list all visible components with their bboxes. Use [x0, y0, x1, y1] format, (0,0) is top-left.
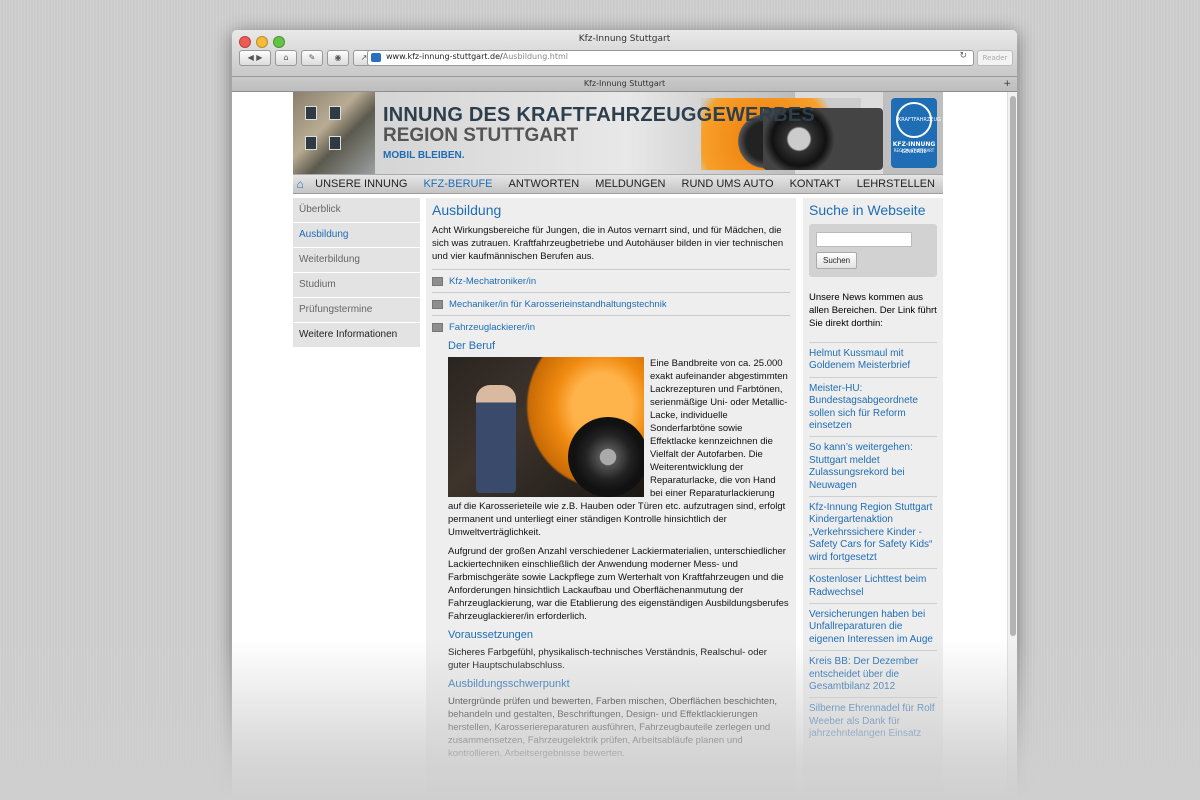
subnav-pruefungstermine[interactable]: Prüfungstermine: [293, 298, 420, 323]
section-heading-beruf: Der Beruf: [448, 340, 496, 352]
section-heading-schwerpunkt: Ausbildungsschwerpunkt: [448, 678, 570, 690]
logo-line1: KFZ-INNUNG: [892, 141, 936, 148]
voraussetzungen-text: Sicheres Farbgefühl, physikalisch-techni…: [448, 647, 767, 671]
header-banner: INNUNG DES KRAFTFAHRZEUGGEWERBES REGION …: [293, 92, 943, 174]
news-link[interactable]: Meister-HU: Bundestagsabgeordnete sollen…: [809, 376, 937, 437]
history-button[interactable]: ◉: [327, 50, 349, 66]
reader-button[interactable]: Reader: [977, 50, 1013, 66]
banner-title: INNUNG DES KRAFTFAHRZEUGGEWERBES: [383, 104, 815, 126]
sub-navigation: Überblick Ausbildung Weiterbildung Studi…: [293, 198, 420, 348]
scrollbar-thumb[interactable]: [1010, 96, 1016, 636]
accordion-label: Kfz-Mechatroniker/in: [449, 275, 537, 287]
active-tab-title[interactable]: Kfz-Innung Stuttgart: [584, 79, 665, 88]
accordion-label: Fahrzeuglackierer/in: [449, 321, 536, 333]
subnav-ueberblick[interactable]: Überblick: [293, 198, 420, 223]
expand-icon: [432, 276, 443, 286]
house-photo: [293, 92, 375, 174]
address-bar[interactable]: www.kfz-innung-stuttgart.de/Ausbildung.h…: [367, 50, 974, 66]
schwerpunkt-text: Untergründe prüfen und bewerten, Farben …: [448, 696, 778, 759]
browser-titlebar: Kfz-Innung Stuttgart ◀ ▶ ⌂ ✎ ◉ ↗ www.kfz…: [232, 30, 1017, 77]
tab-bar: Kfz-Innung Stuttgart +: [232, 77, 1017, 92]
search-input[interactable]: [816, 232, 912, 247]
scrollbar[interactable]: [1007, 92, 1017, 800]
home-icon: ⌂: [283, 53, 289, 62]
news-link[interactable]: So kann’s weitergehen: Stuttgart meldet …: [809, 436, 937, 496]
search-heading: Suche in Webseite: [809, 202, 926, 218]
url-path: Ausbildung.html: [502, 52, 569, 61]
window-title: Kfz-Innung Stuttgart: [578, 34, 671, 44]
car-wheel: [568, 417, 644, 497]
kfz-innung-logo[interactable]: KRAFTFAHRZEUG GEWERBE KFZ-INNUNG REGION …: [891, 98, 941, 168]
reload-icon[interactable]: ↻: [959, 51, 967, 61]
logo-line2: REGION STUTTGART: [893, 148, 935, 153]
nav-rund-ums-auto[interactable]: RUND UMS AUTO: [674, 178, 782, 190]
house-window: [305, 136, 317, 150]
home-icon[interactable]: ⌂: [293, 177, 307, 191]
banner-slogan: MOBIL BLEIBEN.: [383, 150, 465, 161]
url-host: www.kfz-innung-stuttgart.de/: [386, 52, 503, 61]
content-columns: Überblick Ausbildung Weiterbildung Studi…: [293, 194, 943, 800]
accordion-label: Mechaniker/in für Karosserieinstandhaltu…: [449, 298, 667, 310]
beruf-text-2: Aufgrund der großen Anzahl verschiedener…: [448, 546, 789, 622]
bookmark-icon: ✎: [308, 53, 316, 62]
website: INNUNG DES KRAFTFAHRZEUGGEWERBES REGION …: [293, 92, 943, 800]
back-forward-icon: ◀ ▶: [247, 53, 263, 62]
nav-antworten[interactable]: ANTWORTEN: [501, 178, 588, 190]
news-link[interactable]: Kreis BB: Der Dezember entscheidet über …: [809, 650, 937, 697]
accordion-kfz-mechatroniker[interactable]: Kfz-Mechatroniker/in: [432, 269, 790, 292]
url-text: www.kfz-innung-stuttgart.de/Ausbildung.h…: [386, 52, 568, 61]
search-box: Suchen: [809, 224, 937, 277]
collapse-icon: [432, 322, 443, 332]
accordion-body-fahrzeuglackierer: Der Beruf Eine Bandbreite von ca. 25.000…: [432, 340, 790, 760]
browser-toolbar: ◀ ▶ ⌂ ✎ ◉ ↗: [239, 50, 375, 66]
accordion-fahrzeuglackierer[interactable]: Fahrzeuglackierer/in: [432, 315, 790, 338]
painter-photo: [448, 357, 644, 497]
section-heading-voraussetzungen: Voraussetzungen: [448, 629, 534, 641]
news-link[interactable]: Helmut Kussmaul mit Goldenem Meisterbrie…: [809, 342, 937, 377]
nav-kfz-berufe[interactable]: KFZ-BERUFE: [415, 178, 500, 190]
news-link[interactable]: Versicherungen haben bei Unfallreparatur…: [809, 602, 937, 650]
subnav-ausbildung[interactable]: Ausbildung: [293, 223, 420, 248]
main-navigation: ⌂ UNSERE INNUNG KFZ-BERUFE ANTWORTEN MEL…: [293, 174, 943, 194]
home-button[interactable]: ⌂: [275, 50, 297, 66]
apprentice: [476, 385, 516, 493]
browser-window: Kfz-Innung Stuttgart ◀ ▶ ⌂ ✎ ◉ ↗ www.kfz…: [232, 30, 1017, 800]
intro-text: Acht Wirkungsbereiche für Jungen, die in…: [432, 225, 784, 262]
news-intro: Unsere News kommen aus allen Bereichen. …: [809, 292, 937, 329]
nav-kontakt[interactable]: KONTAKT: [782, 178, 849, 190]
bookmarks-button[interactable]: ✎: [301, 50, 323, 66]
main-content: Ausbildung Acht Wirkungsbereiche für Jun…: [426, 198, 796, 800]
new-tab-icon[interactable]: +: [1003, 77, 1011, 91]
house-window: [329, 136, 341, 150]
banner-subtitle: REGION STUTTGART: [383, 125, 579, 146]
site-favicon-icon: [371, 53, 381, 62]
house-window: [305, 106, 317, 120]
subnav-weiterbildung[interactable]: Weiterbildung: [293, 248, 420, 273]
subnav-studium[interactable]: Studium: [293, 273, 420, 298]
news-link[interactable]: Silberne Ehrennadel für Rolf Weeber als …: [809, 697, 937, 744]
logo-ring: KRAFTFAHRZEUG GEWERBE: [896, 102, 941, 155]
search-button[interactable]: Suchen: [816, 252, 858, 269]
right-sidebar: Suche in Webseite Suchen Unsere News kom…: [803, 198, 943, 800]
clock-icon: ◉: [334, 53, 342, 62]
expand-icon: [432, 299, 443, 309]
back-forward-button[interactable]: ◀ ▶: [239, 50, 271, 66]
accordion-mechaniker-karosserie[interactable]: Mechaniker/in für Karosserieinstandhaltu…: [432, 292, 790, 315]
news-link[interactable]: Kfz-Innung Region Stuttgart Kindergarten…: [809, 496, 937, 568]
subnav-weitere-informationen[interactable]: Weitere Informationen: [293, 323, 420, 348]
page-viewport: INNUNG DES KRAFTFAHRZEUGGEWERBES REGION …: [232, 92, 1017, 800]
house-window: [329, 106, 341, 120]
nav-meldungen[interactable]: MELDUNGEN: [587, 178, 673, 190]
nav-unsere-innung[interactable]: UNSERE INNUNG: [307, 178, 415, 190]
page-title: Ausbildung: [432, 202, 502, 218]
nav-lehrstellen[interactable]: LEHRSTELLEN: [849, 178, 943, 190]
news-link[interactable]: Kostenloser Lichttest beim Radwechsel: [809, 568, 937, 603]
